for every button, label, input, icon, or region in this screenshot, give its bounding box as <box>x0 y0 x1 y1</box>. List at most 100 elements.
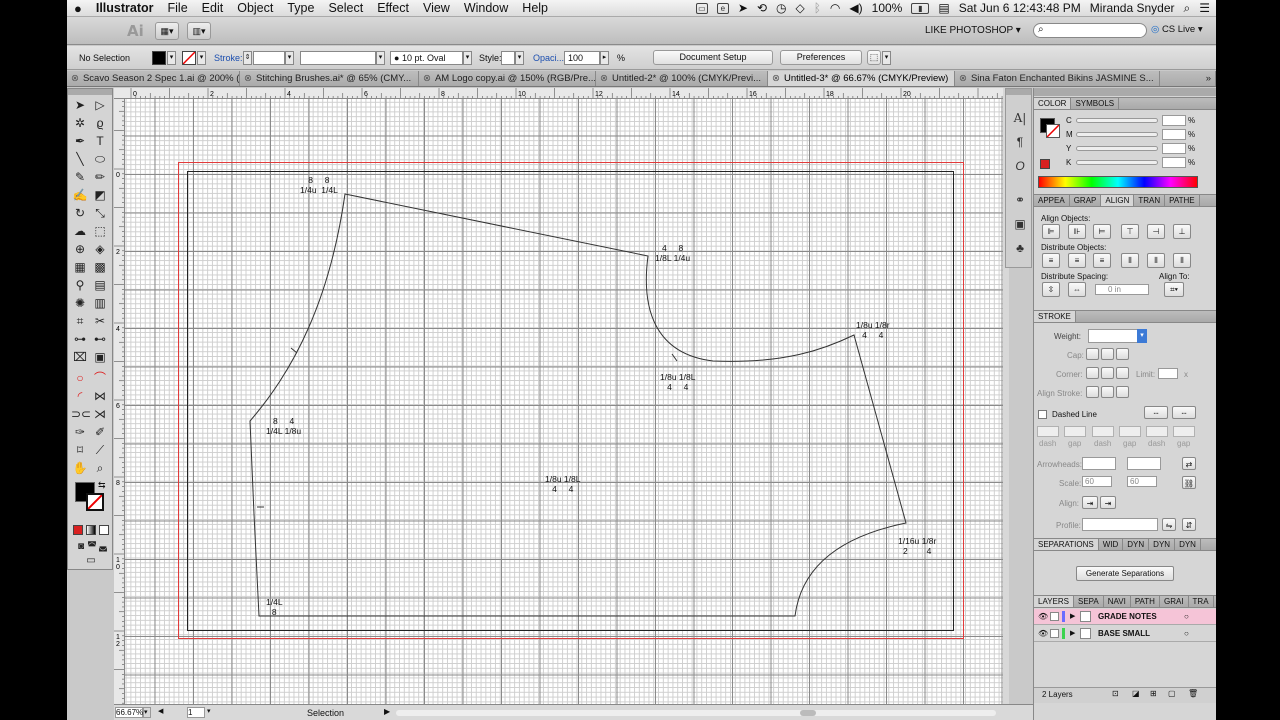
anchor-tool-icon[interactable]: ✑ <box>71 423 89 441</box>
dash-field-1[interactable] <box>1037 426 1059 437</box>
notification-icon[interactable]: ☰ <box>1199 1 1210 15</box>
horizontal-spacing-icon[interactable]: ⇔ <box>1068 282 1086 297</box>
tab-dynamic-3[interactable]: DYN <box>1175 539 1201 550</box>
generate-separations-button[interactable]: Generate Separations <box>1076 566 1174 581</box>
close-icon[interactable]: ⊗ <box>959 73 967 84</box>
workspace-switcher[interactable]: LIKE PHOTOSHOP ▾ <box>925 25 1021 36</box>
vertical-spacing-icon[interactable]: ⇳ <box>1042 282 1060 297</box>
arrange-documents-button[interactable]: ▥▾ <box>187 22 211 40</box>
bluetooth-icon[interactable]: ᛒ <box>814 1 821 15</box>
wifi-icon[interactable]: ◠ <box>830 1 840 15</box>
menu-help[interactable]: Help <box>515 1 555 15</box>
sync-icon[interactable]: ⟲ <box>757 1 767 15</box>
selection-tool-icon[interactable]: ➤ <box>71 96 89 114</box>
delete-layer-icon[interactable]: 🗑 <box>1188 689 1198 698</box>
tab-stroke[interactable]: STROKE <box>1034 311 1076 322</box>
gem-icon[interactable]: ◇ <box>795 1 804 15</box>
align-stroke-outside-icon[interactable] <box>1116 386 1129 398</box>
grade-note[interactable]: 1/8u 1/8L 4 4 <box>660 372 695 392</box>
volume-icon[interactable]: ◀) <box>849 1 862 15</box>
symbol-sprayer-tool-icon[interactable]: ✺ <box>71 294 89 312</box>
out-of-gamut-swatch[interactable] <box>1040 159 1050 169</box>
scissors-tool-icon[interactable]: ⊃⊂ <box>71 405 91 423</box>
app-menu[interactable]: Illustrator <box>89 1 161 15</box>
close-icon[interactable]: ⊗ <box>600 73 608 84</box>
round-join-icon[interactable] <box>1101 367 1114 379</box>
screen-mode-icon[interactable]: ▭ <box>82 552 100 570</box>
apple-menu[interactable]: ● <box>67 1 89 16</box>
stroke-weight-field[interactable] <box>253 51 285 65</box>
butt-cap-icon[interactable] <box>1086 348 1099 360</box>
direct-selection-tool-icon[interactable]: ▷ <box>91 96 109 114</box>
free-transform-tool-icon[interactable]: ⬚ <box>91 222 109 240</box>
channel-c-field[interactable] <box>1162 115 1186 126</box>
weight-field[interactable] <box>1088 329 1142 343</box>
artboard-number-field[interactable]: 1 <box>187 707 205 718</box>
menu-select[interactable]: Select <box>321 1 370 15</box>
tab-align[interactable]: ALIGN <box>1101 195 1135 206</box>
perspective-grid-tool-icon[interactable]: ▦ <box>71 258 89 276</box>
target-circle-icon[interactable]: ○ <box>1184 609 1189 624</box>
channel-m-field[interactable] <box>1162 129 1186 140</box>
align-top-icon[interactable]: ⊤ <box>1121 224 1139 239</box>
align-stroke-inside-icon[interactable] <box>1101 386 1114 398</box>
dashed-line-checkbox[interactable] <box>1038 410 1047 419</box>
make-clipping-mask-icon[interactable]: ◪ <box>1132 689 1140 698</box>
tab-layers[interactable]: LAYERS <box>1034 596 1074 607</box>
horizontal-ruler[interactable]: 0 2 4 6 8 10 12 14 16 18 20 <box>114 88 1003 99</box>
ellipse-tool-icon[interactable]: ⬭ <box>91 150 109 168</box>
live-paint-tool-icon[interactable]: ◈ <box>91 240 109 258</box>
tab-color[interactable]: COLOR <box>1034 98 1072 109</box>
clock[interactable]: Sat Jun 6 12:43:48 PM <box>959 1 1081 15</box>
mesh-tool-icon[interactable]: ▩ <box>91 258 109 276</box>
status-menu-arrow[interactable]: ▶ <box>384 707 390 716</box>
menu-type[interactable]: Type <box>280 1 321 15</box>
start-arrowhead-select[interactable] <box>1082 457 1116 470</box>
first-artboard-icon[interactable]: ◀ <box>158 707 168 718</box>
dash-field-3[interactable] <box>1146 426 1168 437</box>
pencil-tool-icon[interactable]: ✏ <box>91 168 109 186</box>
flip-across-icon[interactable]: ⇵ <box>1182 518 1196 531</box>
visibility-eye-icon[interactable]: 👁 <box>1038 626 1048 641</box>
color-mode-icon[interactable] <box>73 525 83 535</box>
slice-tool-icon[interactable]: ✂ <box>91 312 109 330</box>
grade-note[interactable]: 1/16u 1/8r 2 4 <box>898 536 936 556</box>
magic-wand-tool-icon[interactable]: ✲ <box>71 114 89 132</box>
location-icon[interactable]: ➤ <box>738 1 748 15</box>
tab-stitching[interactable]: ⊗ Stitching Brushes.ai* @ 65% (CMY... <box>240 71 419 86</box>
color-stroke-box[interactable] <box>1046 124 1060 138</box>
locate-object-icon[interactable]: ⊡ <box>1112 689 1119 698</box>
tab-appearance[interactable]: APPEA <box>1034 195 1070 206</box>
flag-icon[interactable]: ▤ <box>938 1 949 15</box>
tab-transparency[interactable]: TRA <box>1189 596 1214 607</box>
layer-name[interactable]: GRADE NOTES <box>1098 609 1157 624</box>
channel-c-slider[interactable] <box>1076 118 1158 123</box>
color-spectrum[interactable] <box>1038 176 1198 188</box>
vertical-ruler[interactable]: 024681012 <box>114 99 125 704</box>
link-scale-icon[interactable]: ⛓ <box>1182 476 1196 489</box>
opentype-panel-icon[interactable]: O <box>1012 159 1028 175</box>
spotlight-icon[interactable]: ⌕ <box>1184 1 1191 16</box>
lasso-tool-icon[interactable]: ϱ <box>91 114 109 132</box>
tab-width[interactable]: WID <box>1099 539 1124 550</box>
channel-k-slider[interactable] <box>1076 160 1158 165</box>
line-tool-icon[interactable]: ╲ <box>71 150 89 168</box>
stroke-weight-dropdown[interactable]: ▾ <box>285 51 294 65</box>
tab-path[interactable]: PATH <box>1131 596 1160 607</box>
shape-builder-tool-icon[interactable]: ⊕ <box>71 240 89 258</box>
character-panel-icon[interactable]: A| <box>1012 111 1028 127</box>
tab-navigator[interactable]: NAVI <box>1104 596 1131 607</box>
gradient-mode-icon[interactable] <box>86 525 96 535</box>
stroke-dropdown[interactable]: ▾ <box>197 51 206 65</box>
spacing-field[interactable]: 0 in <box>1095 284 1149 295</box>
menu-file[interactable]: File <box>161 1 195 15</box>
menu-effect[interactable]: Effect <box>370 1 416 15</box>
zoom-field[interactable]: 66.67% <box>115 707 143 718</box>
cs-live-menu[interactable]: ◎ CS Live ▾ <box>1151 24 1203 35</box>
distribute-vcenter-icon[interactable]: ≡ <box>1068 253 1086 268</box>
symbols-panel-icon[interactable]: ♣ <box>1012 241 1028 257</box>
tab-untitled-3[interactable]: ⊗ Untitled-3* @ 66.67% (CMYK/Preview) <box>768 71 955 86</box>
style-dropdown[interactable]: ▾ <box>515 51 524 65</box>
brush-dropdown[interactable]: ▾ <box>463 51 472 65</box>
pen-tool-icon[interactable]: ✒ <box>71 132 89 150</box>
